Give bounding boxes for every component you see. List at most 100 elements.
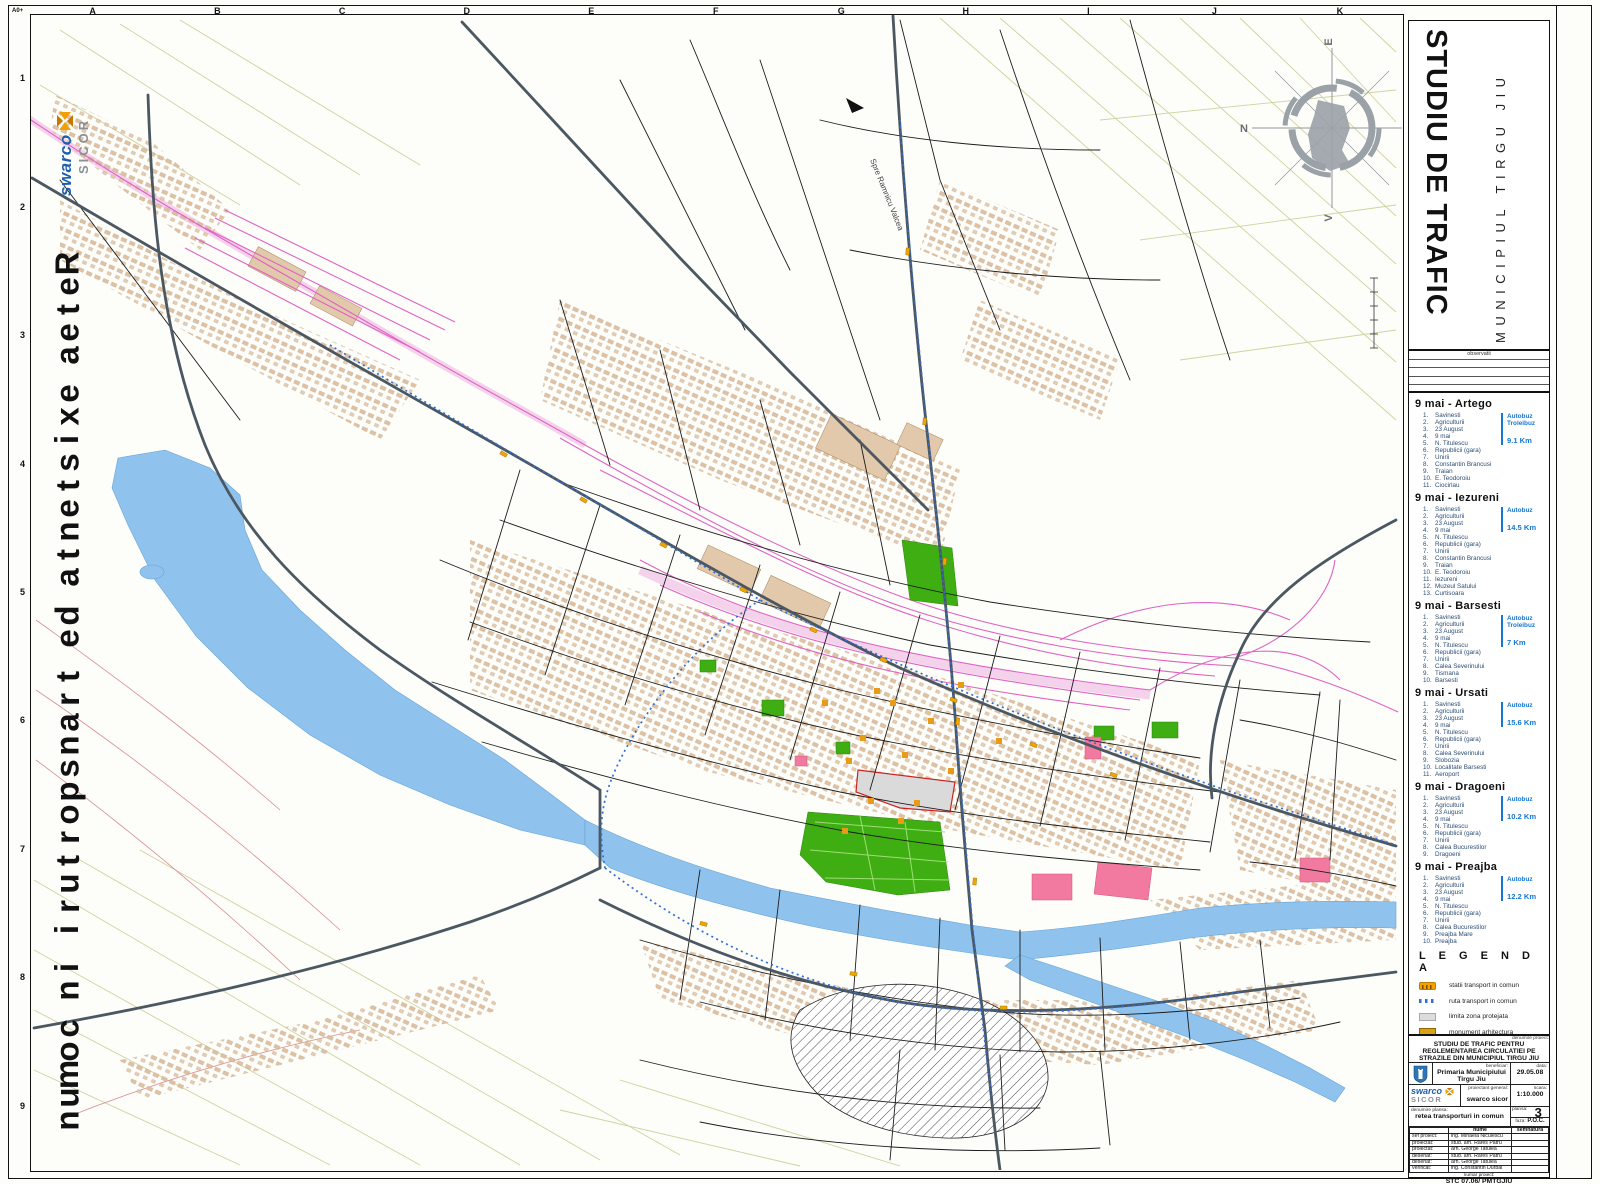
signature-row: verificat:ing. Constantin Durbal <box>1410 1166 1549 1172</box>
route-block: 9 mai - Barsesti1.Savinesti2.Agriculturi… <box>1415 600 1547 684</box>
route-stop: 13.Curtisoara <box>1423 590 1547 597</box>
sicor-brand-small: SICOR <box>1411 1096 1458 1104</box>
title-letter: r <box>56 831 79 844</box>
faza-value: P.O.C. <box>1527 1118 1544 1124</box>
route-heading: 9 mai - Artego <box>1415 398 1547 410</box>
route-block: 9 mai - Dragoeni1.Savinesti2.Agriculturi… <box>1415 781 1547 858</box>
route-stop: 9.Dragoeni <box>1423 851 1547 858</box>
route-heading: 9 mai - Dragoeni <box>1415 781 1547 793</box>
title-letter: i <box>55 963 78 972</box>
route-stop: 8.Calea Bucurestilor <box>1423 844 1547 851</box>
route-block: 9 mai - Ursati1.Savinesti2.Agriculturii3… <box>1415 687 1547 778</box>
beneficiar-value: Primaria Municipiului Tirgu Jiu <box>1435 1069 1508 1083</box>
title-block: denumire proiect: STUDIU DE TRAFIC PENTR… <box>1408 1035 1550 1178</box>
grid-letter: J <box>1212 6 1217 16</box>
route-stop: 11.Iezureni <box>1423 576 1547 583</box>
grid-number: 3 <box>20 330 25 340</box>
title-letter: n <box>55 735 78 755</box>
plansa-number-cell: plansa: 3 faza: P.O.C. <box>1511 1107 1549 1126</box>
observatii-row <box>1409 368 1549 377</box>
grid-number: 4 <box>20 459 25 469</box>
vehicle-type: Autobuz <box>1507 413 1544 420</box>
route-distance: 10.2 Km <box>1507 812 1544 821</box>
grid-letter: E <box>588 6 594 16</box>
route-stop: 10.E. Teodoroiu <box>1423 475 1547 482</box>
title-letter: t <box>56 304 79 315</box>
title-letter: n <box>55 1110 78 1130</box>
route-stop: 9.Slobozia <box>1423 757 1547 764</box>
route-stop: 5.N. Titulescu <box>1423 729 1547 736</box>
grid-letter: F <box>713 6 719 16</box>
swarco-logo-cell: swarco SICOR <box>1409 1085 1461 1106</box>
plansa-title-cell: denumire plansa: retea transporturi in c… <box>1409 1107 1511 1126</box>
inner-margin-line <box>1556 6 1557 1178</box>
swarco-butterfly-icon <box>57 111 75 131</box>
vehicle-type: Autobuz <box>1507 702 1544 709</box>
route-stop: 10.Barsesti <box>1423 677 1547 684</box>
route-stop: 11.Ciocirlau <box>1423 482 1547 489</box>
route-heading: 9 mai - Iezureni <box>1415 492 1547 504</box>
bus-stop-swatch <box>1419 982 1436 990</box>
grid-number: 5 <box>20 587 25 597</box>
route-stop: 7.Unirii <box>1423 917 1547 924</box>
legend-title: L E G E N D A <box>1419 950 1549 974</box>
legend-item: monument arhitectura <box>1419 1025 1549 1036</box>
proiectant-label: proiectant general: <box>1463 1086 1508 1091</box>
route-list: 9 mai - Artego1.Savinesti2.Agriculturii3… <box>1409 393 1549 945</box>
vehicle-type: Autobuz <box>1507 876 1544 883</box>
drawing-sheet: N E S V Spre Ramnicu Valcea A0+ ABCDEFGH… <box>0 0 1600 1184</box>
proiectant-cell: proiectant general: swarco sicor <box>1461 1085 1511 1106</box>
route-stop: 9.Tismana <box>1423 670 1547 677</box>
route-stop: 6.Republicii (gara) <box>1423 736 1547 743</box>
data-cell: data: 29.05.08 <box>1511 1063 1549 1084</box>
swarco-butterfly-icon-small <box>1445 1088 1454 1096</box>
route-stop: 10.E. Teodoroiu <box>1423 569 1547 576</box>
observatii-table: observatii <box>1408 350 1550 392</box>
route-stop: 6.Republicii (gara) <box>1423 830 1547 837</box>
gray-swatch <box>1419 1013 1436 1021</box>
title-letter: i <box>55 925 78 934</box>
swarco-sicor-logo: swarco SICOR <box>56 16 91 196</box>
legend: L E G E N D A statii transport in comunr… <box>1409 945 1549 1035</box>
route-stop: 6.Republicii (gara) <box>1423 910 1547 917</box>
route-stop: 8.Constantin Brancusi <box>1423 555 1547 562</box>
title-letter: e <box>55 277 78 295</box>
title-letter: e <box>55 384 78 402</box>
route-distance: 9.1 Km <box>1507 436 1544 445</box>
data-value: 29.05.08 <box>1513 1069 1547 1076</box>
grid-number: 6 <box>20 715 25 725</box>
vehicle-type: Autobuz <box>1507 615 1544 622</box>
legend-items: statii transport in comunruta transport … <box>1419 978 1549 1035</box>
legend-item: ruta transport in comun <box>1419 994 1549 1010</box>
title-letter: u <box>55 1087 78 1107</box>
vehicle-type: Autobuz <box>1507 507 1544 514</box>
route-stop: 8.Constantin Brancusi <box>1423 461 1547 468</box>
title-letter: r <box>56 900 79 913</box>
title-letter: n <box>55 980 78 1000</box>
route-stop: 9.Preajba Mare <box>1423 931 1547 938</box>
numar-value: STC 07.06/ PMTGJIU <box>1409 1178 1549 1184</box>
route-distance: 7 Km <box>1507 638 1544 647</box>
title-letter: m <box>56 1060 79 1089</box>
grid-letter: H <box>962 6 969 16</box>
project-title: STUDIU DE TRAFIC PENTRU REGLEMENTAREA CI… <box>1409 1041 1549 1062</box>
route-stop: 10.Preajba <box>1423 938 1547 945</box>
title-letter: i <box>55 435 78 444</box>
grid-letter: K <box>1337 6 1344 16</box>
title-letter: x <box>55 407 78 425</box>
route-stop: 6.Republicii (gara) <box>1423 541 1547 548</box>
tirgu-jiu-crest-icon <box>1413 1065 1428 1083</box>
route-stop: 10.Localitate Barsesti <box>1423 764 1547 771</box>
legend-item: limita zona protejata <box>1419 1009 1549 1025</box>
grid-number: 1 <box>20 73 25 83</box>
observatii-row <box>1409 377 1549 386</box>
title-letter: s <box>55 759 78 777</box>
signature-cell <box>1512 1166 1549 1172</box>
grid-letter: D <box>464 6 471 16</box>
route-block: 9 mai - Preajba1.Savinesti2.Agriculturii… <box>1415 861 1547 945</box>
route-info: Autobuz15.6 Km <box>1501 702 1544 727</box>
route-stop: 6.Republicii (gara) <box>1423 447 1547 454</box>
faza-label: faza: <box>1515 1119 1525 1124</box>
title-letter: e <box>55 323 78 341</box>
route-heading: 9 mai - Ursati <box>1415 687 1547 699</box>
